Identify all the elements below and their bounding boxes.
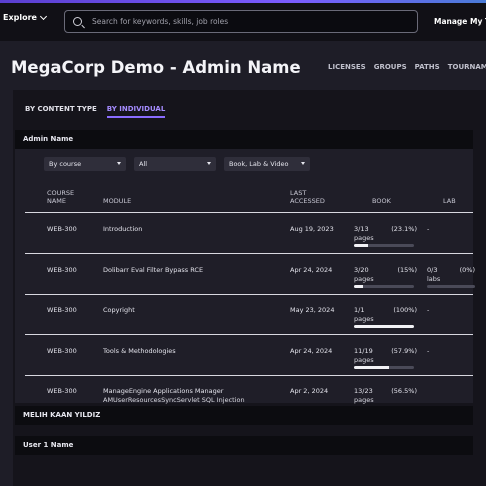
module-cell: Dolibarr Eval Filter Bypass RCE	[103, 265, 204, 274]
lab-progress-bar	[427, 284, 475, 288]
status-value: All	[139, 160, 148, 168]
lab-count: -	[427, 306, 430, 314]
user-header-melih[interactable]: MELIH KAAN YILDIZ	[15, 406, 473, 425]
course-cell: WEB-300	[47, 265, 77, 274]
th-course-name[interactable]: COURSE NAME	[47, 189, 87, 205]
accessed-cell: May 23, 2024	[290, 306, 335, 314]
book-count: 11/19	[354, 346, 373, 355]
book-progress-fill	[354, 325, 414, 328]
th-last-accessed[interactable]: LAST ACCESSED	[290, 189, 336, 205]
caret-down-icon	[301, 162, 305, 165]
table-row[interactable]: WEB-300 Copyright May 23, 2024 1/1 (100%) pag…	[25, 295, 473, 335]
module-cell: Tools & Methodologies	[103, 346, 176, 355]
book-unit: pages	[354, 234, 374, 242]
caret-down-icon	[207, 162, 211, 165]
book-unit: pages	[354, 355, 374, 364]
table-row[interactable]: WEB-300 Dolibarr Eval Filter Bypass RCE Ap…	[25, 255, 475, 295]
lab-count: 0/3	[427, 265, 438, 274]
status-select[interactable]: All	[134, 157, 216, 171]
course-cell: WEB-300	[47, 225, 77, 233]
explore-label: Explore	[3, 13, 37, 22]
lab-count: -	[427, 346, 430, 355]
search-box[interactable]	[64, 10, 418, 33]
nav-paths[interactable]: PATHS	[415, 63, 440, 71]
book-progress-bar	[354, 325, 414, 328]
user-detail-area: By course All Book, Lab & Video COURSE N…	[15, 149, 475, 416]
top-bar: Explore Manage My Team	[0, 3, 486, 41]
table-row[interactable]: WEB-300 Introduction Aug 19, 2023 3/13 (23.1…	[25, 214, 473, 254]
book-count: 1/1	[354, 306, 365, 314]
user-header-user1[interactable]: User 1 Name	[15, 436, 473, 455]
book-percent: (15%)	[397, 265, 417, 274]
module-cell: Introduction	[103, 225, 143, 233]
nav-tournaments[interactable]: TOURNAMENTS	[448, 63, 486, 71]
caret-down-icon	[117, 162, 121, 165]
book-percent: (100%)	[393, 306, 417, 314]
course-cell: WEB-300	[47, 346, 77, 355]
accessed-cell: Apr 2, 2024	[290, 387, 329, 395]
lab-count: -	[427, 225, 430, 233]
book-unit: pages	[354, 315, 374, 323]
group-by-value: By course	[49, 160, 82, 168]
accessed-cell: Aug 19, 2023	[290, 225, 334, 233]
book-count: 3/20	[354, 265, 369, 274]
tab-by-content-type[interactable]: BY CONTENT TYPE	[25, 105, 97, 118]
module-cell-line2: AMUserResourcesSyncServlet SQL Injection	[103, 396, 245, 404]
th-book[interactable]: BOOK	[372, 197, 391, 205]
book-unit: pages	[354, 396, 374, 404]
report-tabs: BY CONTENT TYPE BY INDIVIDUAL	[25, 105, 166, 118]
user-header-admin[interactable]: Admin Name	[15, 130, 473, 149]
group-by-select[interactable]: By course	[44, 157, 126, 171]
table-row[interactable]: WEB-300 Tools & Methodologies Apr 24, 2024…	[25, 336, 473, 376]
lab-percent: (0%)	[459, 265, 475, 274]
chevron-down-icon	[39, 12, 48, 20]
nav-licenses[interactable]: LICENSES	[328, 63, 366, 71]
book-progress-bar	[354, 284, 414, 288]
book-percent: (57.9%)	[391, 346, 417, 355]
manage-team-link[interactable]: Manage My Team	[434, 17, 486, 26]
book-progress-fill	[354, 244, 368, 247]
course-cell: WEB-300	[47, 306, 77, 314]
book-progress-fill	[354, 365, 389, 369]
accessed-cell: Apr 24, 2024	[290, 265, 333, 274]
nav-groups[interactable]: GROUPS	[374, 63, 407, 71]
search-input[interactable]	[92, 17, 392, 26]
tab-by-individual[interactable]: BY INDIVIDUAL	[106, 105, 166, 118]
content-type-value: Book, Lab & Video	[229, 160, 289, 168]
book-percent: (56.5%)	[391, 387, 417, 395]
content-type-select[interactable]: Book, Lab & Video	[224, 157, 310, 171]
module-cell: Copyright	[103, 306, 135, 314]
search-icon	[73, 17, 82, 26]
explore-menu[interactable]: Explore	[3, 12, 48, 22]
book-progress-bar	[354, 365, 414, 369]
book-progress-fill	[354, 284, 363, 288]
book-progress-bar	[354, 244, 414, 247]
book-percent: (23.1%)	[391, 225, 417, 233]
book-count: 3/13	[354, 225, 369, 233]
table-header: COURSE NAME MODULE LAST ACCESSED BOOK LA…	[25, 185, 473, 213]
lab-unit: labs	[427, 274, 441, 283]
accessed-cell: Apr 24, 2024	[290, 346, 333, 355]
book-count: 13/23	[354, 387, 373, 395]
course-cell: WEB-300	[47, 387, 77, 395]
page-title: MegaCorp Demo - Admin Name	[11, 58, 301, 77]
th-module[interactable]: MODULE	[103, 197, 131, 205]
book-unit: pages	[354, 274, 374, 283]
th-lab[interactable]: LAB	[443, 197, 456, 205]
page-nav: LICENSES GROUPS PATHS TOURNAMENTS	[328, 63, 486, 71]
module-cell: ManageEngine Applications Manager	[103, 387, 224, 395]
